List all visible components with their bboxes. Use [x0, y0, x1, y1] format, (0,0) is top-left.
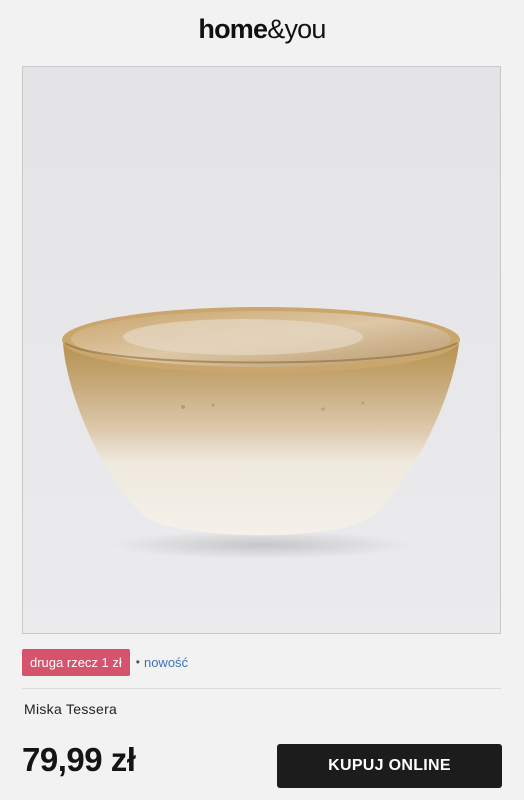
product-tags: druga rzecz 1 zł • nowość	[22, 648, 188, 676]
product-image[interactable]	[22, 66, 501, 634]
logo-you: you	[284, 13, 326, 44]
buy-online-button[interactable]: KUPUJ ONLINE	[277, 744, 502, 788]
product-price: 79,99 zł	[22, 741, 136, 778]
header: home&you	[0, 0, 524, 66]
promo-badge: druga rzecz 1 zł	[22, 648, 130, 676]
divider	[22, 688, 501, 689]
new-tag: nowość	[143, 654, 189, 670]
product-name[interactable]: Miska Tessera	[24, 701, 117, 717]
tag-separator: •	[135, 655, 140, 669]
home-and-you-logo[interactable]: home&you	[198, 13, 326, 44]
bowl-image	[23, 67, 500, 633]
logo-amp: &	[267, 13, 285, 44]
logo-home: home	[198, 13, 268, 44]
